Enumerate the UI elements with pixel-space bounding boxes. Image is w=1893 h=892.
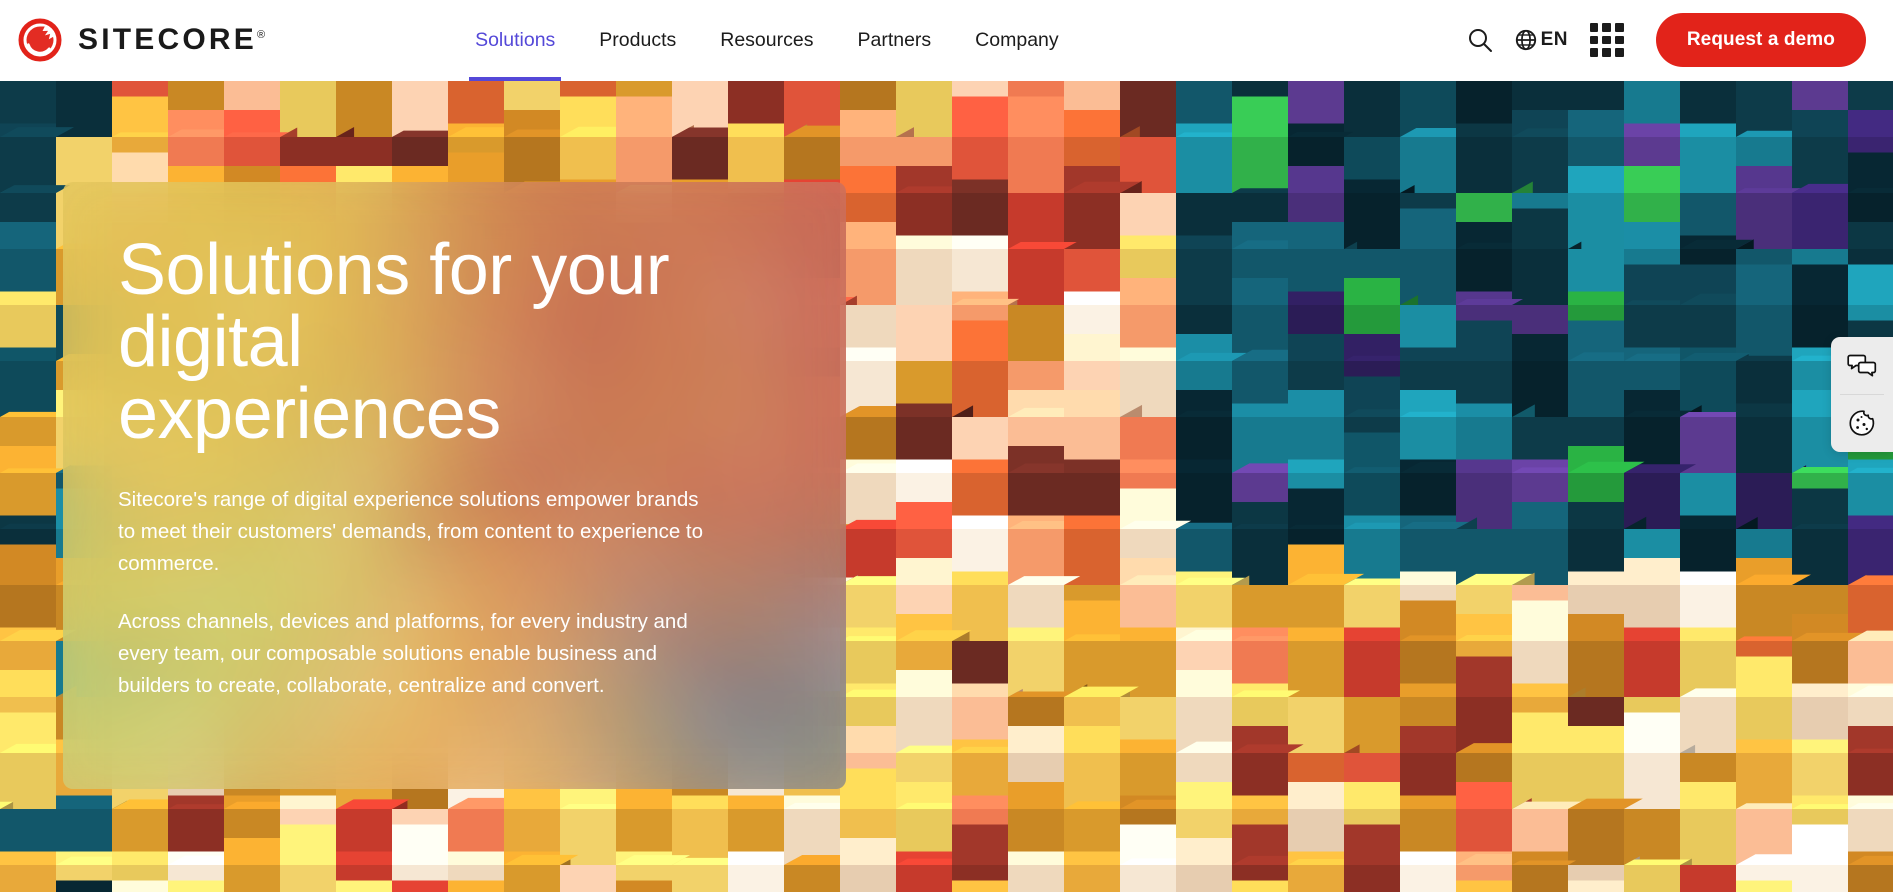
nav-item-partners[interactable]: Partners — [835, 0, 953, 81]
grid-apps-icon-dot — [1615, 23, 1624, 32]
cookie-icon — [1848, 410, 1874, 436]
nav-item-resources[interactable]: Resources — [698, 0, 835, 81]
nav-label: Solutions — [475, 28, 556, 51]
grid-apps-icon-dot — [1615, 35, 1624, 45]
nav-label: Company — [975, 28, 1059, 51]
app-switcher-button[interactable] — [1589, 23, 1624, 57]
grid-apps-icon-dot — [1602, 23, 1612, 32]
nav-label: Partners — [857, 28, 932, 51]
nav-label: Products — [599, 28, 677, 51]
sitecore-logo[interactable]: SITECORE® — [18, 0, 265, 81]
nav-item-solutions[interactable]: Solutions — [453, 0, 577, 81]
sitecore-ring-logo-icon — [18, 18, 62, 62]
header-utilities: EN Request a demo — [1457, 0, 1893, 81]
request-demo-button[interactable]: Request a demo — [1655, 13, 1866, 67]
primary-navigation: Solutions Products Resources Partners Co… — [453, 0, 1081, 81]
brand-name: SITECORE — [78, 23, 257, 56]
site-header: SITECORE® Solutions Products Resources P… — [0, 0, 1893, 81]
globe-icon — [1515, 29, 1536, 51]
grid-apps-icon-dot — [1589, 23, 1599, 32]
chat-bubbles-icon — [1847, 354, 1877, 377]
registered-mark: ® — [256, 29, 266, 41]
grid-apps-icon-dot — [1589, 35, 1599, 45]
search-button[interactable] — [1457, 17, 1503, 63]
live-chat-button[interactable] — [1831, 337, 1893, 394]
nav-item-company[interactable]: Company — [953, 0, 1080, 81]
floating-widget-rail — [1831, 337, 1893, 452]
grid-apps-icon-dot — [1602, 48, 1612, 57]
hero-paragraph-2: Across channels, devices and platforms, … — [118, 609, 688, 697]
brand-wordmark: SITECORE® — [78, 25, 265, 55]
hero-paragraph-1: Sitecore's range of digital experience s… — [118, 488, 704, 575]
grid-apps-icon-dot — [1615, 48, 1624, 57]
grid-apps-icon-dot — [1589, 48, 1599, 57]
nav-label: Resources — [720, 28, 814, 51]
cookie-preferences-button[interactable] — [1831, 395, 1893, 452]
language-code: EN — [1540, 29, 1568, 50]
hero-title: Solutions for your digital experiences — [118, 230, 670, 454]
search-icon — [1468, 29, 1492, 52]
nav-item-products[interactable]: Products — [577, 0, 698, 81]
grid-apps-icon-dot — [1602, 35, 1612, 45]
hero-text-card: Solutions for your digital experiences S… — [63, 182, 846, 789]
hero-section: Solutions for your digital experiences S… — [0, 81, 1893, 892]
language-selector[interactable]: EN — [1513, 27, 1568, 53]
